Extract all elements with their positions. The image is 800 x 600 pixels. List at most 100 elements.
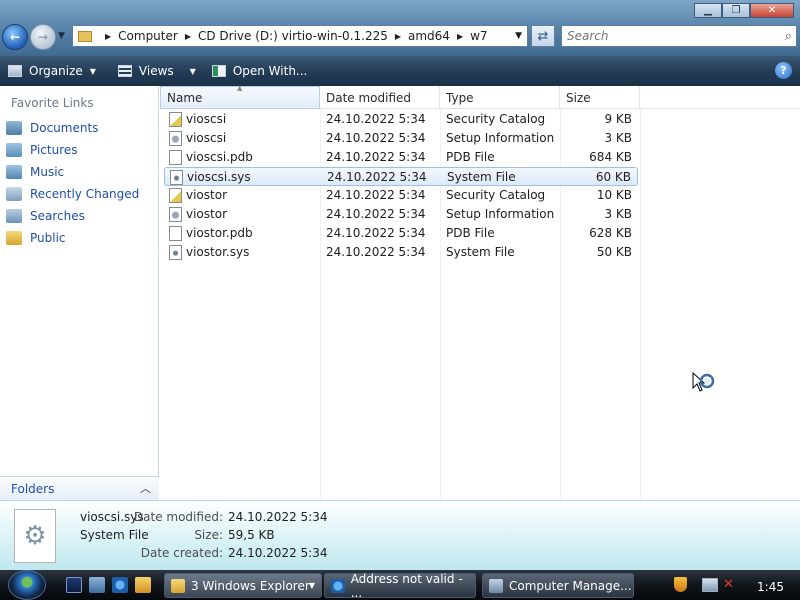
security-catalog-icon <box>169 112 182 127</box>
organize-label: Organize <box>29 64 83 78</box>
setup-information-icon <box>169 131 182 146</box>
internet-explorer-icon[interactable] <box>112 577 128 593</box>
network-icon[interactable] <box>702 578 718 592</box>
file-date-modified: 24.10.2022 5:34 <box>326 226 426 240</box>
file-date-modified: 24.10.2022 5:34 <box>326 112 426 126</box>
file-size: 60 KB <box>595 170 631 184</box>
clock[interactable]: 1:45 <box>757 580 784 594</box>
folder-icon <box>78 30 92 42</box>
help-icon: ? <box>780 64 787 77</box>
file-row[interactable]: viostor 24.10.2022 5:34 Security Catalog 10… <box>164 186 638 205</box>
organize-button[interactable]: Organize ▼ <box>8 64 96 78</box>
nav-item-searches[interactable]: Searches <box>6 207 85 225</box>
views-label: Views <box>138 64 174 78</box>
public-folder-icon <box>6 231 22 245</box>
column-header-type[interactable]: Type <box>440 86 560 109</box>
computer-management-icon <box>489 578 503 593</box>
favorite-links-heading: Favorite Links <box>11 96 94 110</box>
details-created-value: 24.10.2022 5:34 <box>228 546 328 560</box>
address-bar[interactable]: ▶ Computer ▶ CD Drive (D:) virtio-win-0.… <box>72 25 528 47</box>
window-controls: ▁ ❐ ✕ <box>694 3 794 18</box>
breadcrumb-separator-icon[interactable]: ▶ <box>457 32 463 41</box>
column-header-size[interactable]: Size <box>560 86 640 109</box>
nav-item-public[interactable]: Public <box>6 229 66 247</box>
file-type: PDB File <box>446 150 495 164</box>
breadcrumb-separator-icon[interactable]: ▶ <box>395 32 401 41</box>
file-type: Setup Information <box>446 131 555 145</box>
views-icon <box>117 65 132 77</box>
title-bar: ▁ ❐ ✕ ← → ▼ ▶ Computer ▶ CD Drive (D:) v… <box>0 0 800 56</box>
pictures-icon <box>6 143 22 157</box>
volume-muted-icon[interactable]: ✕ <box>723 577 734 592</box>
file-name: vioscsi.sys <box>187 170 251 184</box>
internet-explorer-icon <box>331 578 345 593</box>
taskbar-button-windows-explorer[interactable]: 3 Windows Explorer ▼ <box>164 573 322 598</box>
system-file-gear-icon: ⚙ <box>14 509 56 563</box>
security-shield-icon[interactable] <box>674 577 687 592</box>
close-button[interactable]: ✕ <box>750 3 794 18</box>
show-desktop-icon[interactable] <box>66 577 82 593</box>
start-button[interactable] <box>8 570 46 600</box>
recent-pages-dropdown[interactable]: ▼ <box>58 31 65 41</box>
file-row[interactable]: vioscsi.pdb 24.10.2022 5:34 PDB File 684 KB <box>164 148 638 167</box>
column-header-name[interactable]: Name ▲ <box>160 84 320 109</box>
taskbar-button-label: Address not valid - ... <box>350 571 463 600</box>
forward-button[interactable]: → <box>30 24 56 50</box>
chevron-down-icon: ▼ <box>189 66 196 76</box>
maximize-button[interactable]: ❐ <box>722 3 750 18</box>
setup-information-icon <box>169 207 182 222</box>
taskbar-button-computer-management[interactable]: Computer Manage... <box>482 573 634 598</box>
file-size: 9 KB <box>604 112 632 126</box>
chevron-up-icon: ︿ <box>140 482 151 495</box>
back-button[interactable]: ← <box>2 24 28 50</box>
file-date-modified: 24.10.2022 5:34 <box>326 188 426 202</box>
column-header-label: Date modified <box>326 90 412 105</box>
open-with-button[interactable]: Open With... <box>211 64 308 78</box>
views-button[interactable]: Views ▼ <box>117 64 196 78</box>
nav-item-pictures[interactable]: Pictures <box>6 141 78 159</box>
folders-toggle[interactable]: Folders ︿ <box>0 476 159 500</box>
switch-windows-icon[interactable] <box>89 577 105 593</box>
nav-item-music[interactable]: Music <box>6 163 64 181</box>
breadcrumb-separator-icon[interactable]: ▶ <box>105 32 111 41</box>
breadcrumb-separator-icon[interactable]: ▶ <box>185 32 191 41</box>
refresh-button[interactable]: ⇄ <box>531 25 555 47</box>
file-size: 10 KB <box>596 188 632 202</box>
breadcrumb-w7[interactable]: w7 <box>470 29 487 43</box>
file-row[interactable]: vioscsi 24.10.2022 5:34 Setup Information 3… <box>164 129 638 148</box>
breadcrumb-cd-drive[interactable]: CD Drive (D:) virtio-win-0.1.225 <box>198 29 388 43</box>
taskbar-button-label: 3 Windows Explorer <box>191 578 310 593</box>
file-date-modified: 24.10.2022 5:34 <box>327 170 427 184</box>
column-header-label: Type <box>446 90 474 105</box>
taskbar-button-label: Computer Manage... <box>509 578 632 593</box>
column-header-label: Size <box>566 90 591 105</box>
file-row[interactable]: vioscsi 24.10.2022 5:34 Security Catalog 9 … <box>164 110 638 129</box>
minimize-button[interactable]: ▁ <box>694 3 722 18</box>
file-date-modified: 24.10.2022 5:34 <box>326 131 426 145</box>
open-with-label: Open With... <box>232 64 308 78</box>
file-size: 3 KB <box>604 131 632 145</box>
file-name: vioscsi <box>186 112 227 126</box>
file-name: viostor.pdb <box>186 226 253 240</box>
breadcrumb-computer[interactable]: Computer <box>118 29 178 43</box>
nav-item-documents[interactable]: Documents <box>6 119 98 137</box>
search-input[interactable] <box>562 29 762 43</box>
file-row[interactable]: viostor.sys 24.10.2022 5:34 System File 50 … <box>164 243 638 262</box>
file-row[interactable]: viostor 24.10.2022 5:34 Setup Information 3… <box>164 205 638 224</box>
nav-item-label: Pictures <box>30 143 78 157</box>
search-box[interactable]: ⌕ <box>561 25 797 47</box>
nav-item-label: Music <box>30 165 65 179</box>
column-header-date-modified[interactable]: Date modified <box>320 86 440 109</box>
file-row[interactable]: vioscsi.sys 24.10.2022 5:34 System File 60 … <box>164 167 638 186</box>
breadcrumb-amd64[interactable]: amd64 <box>408 29 450 43</box>
address-dropdown-icon[interactable]: ▼ <box>515 31 522 41</box>
taskbar-button-address-not-valid[interactable]: Address not valid - ... <box>324 571 476 600</box>
search-icon[interactable]: ⌕ <box>785 29 792 44</box>
file-type: Setup Information <box>446 207 555 221</box>
help-button[interactable]: ? <box>775 62 792 79</box>
media-player-icon[interactable] <box>135 577 151 593</box>
file-row[interactable]: viostor.pdb 24.10.2022 5:34 PDB File 628 KB <box>164 224 638 243</box>
file-icon <box>169 226 182 241</box>
nav-item-recently-changed[interactable]: Recently Changed <box>6 185 139 203</box>
open-with-icon <box>211 65 226 77</box>
